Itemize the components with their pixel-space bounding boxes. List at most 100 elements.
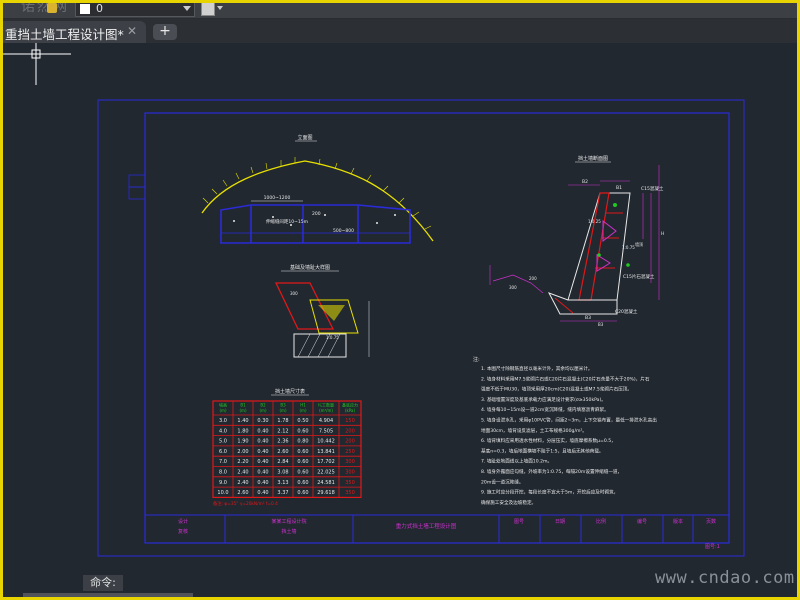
elevation-dim-2: 伸缩缝间距10~15m	[266, 218, 308, 225]
tb-company: 某某工程设计院	[271, 518, 306, 525]
dimension-table: 挡土墙尺寸表 墙高(m)B1(m)B2(m)B3(m)H1(m)圬工数量(m³/…	[212, 388, 362, 507]
table-header-cell: (kPa)	[345, 408, 356, 413]
section-dim-b1: B1	[616, 185, 622, 191]
sheet-outer-border	[97, 99, 745, 557]
table-cell: 7.505	[319, 428, 333, 434]
horizontal-scrollbar[interactable]	[23, 593, 193, 597]
elevation-dim-4: 500~800	[333, 228, 354, 234]
close-icon[interactable]: ✕	[127, 24, 137, 38]
table-footer: 备注: φ=35° γ=20kN/m³ f=0.4	[213, 500, 278, 507]
drawing-tabs: 重挡土墙工程设计图* ✕ +	[3, 19, 797, 43]
table-header-cell: 圬工数量	[318, 402, 334, 408]
table-cell: 29.618	[317, 490, 335, 496]
add-tab-button[interactable]: +	[153, 24, 177, 40]
elevation-label: 立面图	[297, 134, 312, 141]
crosshair-cursor-icon	[3, 43, 71, 85]
table-cell: 0.40	[257, 459, 268, 465]
table-cell: 4.0	[219, 428, 227, 434]
ghost-watermark-text: 诺然网	[21, 0, 69, 15]
note-line: 3. 基础埋置深度及基底承载力应满足设计要求(σ≥350kPa)。	[481, 396, 606, 403]
tab-title: 重挡土墙工程设计图*	[5, 27, 124, 42]
layer-properties-icon[interactable]	[201, 2, 215, 16]
tb-project: 挡土墙	[281, 528, 296, 535]
table-cell: 6.0	[219, 449, 227, 455]
layer-dropdown[interactable]: 0	[75, 1, 195, 17]
section-dim-5: 300	[509, 285, 517, 290]
table-header-cell: (m)	[259, 408, 266, 413]
section-note-4: 墙顶	[635, 241, 643, 247]
section-dim-h: H	[661, 231, 664, 237]
drawing-canvas[interactable]: 设计 复核 某某工程设计院 挡土墙 重力式挡土墙工程设计图 图号 日期 比例 编…	[3, 43, 797, 573]
elevation-dim-3: 200	[312, 211, 321, 217]
design-notes: 注: 1. 本图尺寸除钢筋直径以毫米计外，其余均以厘米计。 2. 墙身材料采用M7…	[473, 356, 657, 506]
detail-dim-2: 1:0.75	[326, 335, 339, 340]
section-dim-b3: B3	[585, 315, 591, 321]
tab-drawing[interactable]: 重挡土墙工程设计图* ✕	[3, 21, 146, 43]
table-cell: 10.442	[317, 439, 335, 445]
table-cell: 1.80	[237, 428, 248, 434]
watermark: www.cndao.com	[655, 568, 795, 588]
table-cell: 0.60	[297, 490, 308, 496]
table-cell: 0.60	[297, 459, 308, 465]
tb-number: 编号	[637, 518, 647, 525]
section-note-3: C20混凝土	[615, 308, 638, 315]
tb-pages: 页数	[706, 518, 716, 525]
table-cell: 1.78	[277, 418, 288, 424]
layer-lock-icon[interactable]	[47, 3, 57, 13]
table-cell: 250	[345, 449, 355, 455]
table-cell: 0.60	[297, 480, 308, 486]
note-line: 2. 墙身材料采用M7.5浆砌片石或C20片石混凝土(C20片石含量不大于20%…	[481, 375, 650, 382]
table-cell: 300	[345, 459, 355, 465]
table-cell: 22.025	[317, 470, 335, 476]
table-cell: 2.40	[237, 480, 248, 486]
table-cell: 300	[345, 470, 355, 476]
binding-strip	[128, 174, 146, 188]
table-cell: 0.30	[257, 418, 268, 424]
table-header-cell: (m)	[219, 408, 226, 413]
table-cell: 1.90	[237, 439, 248, 445]
note-line: 9. 施工时应分段开挖，每段长度不宜大于5m，开挖后应及时砌筑，	[481, 489, 618, 496]
table-cell: 350	[345, 480, 355, 486]
layer-toolbar: 诺然网 0	[3, 0, 797, 19]
table-header-cell: 墙高	[219, 402, 227, 408]
table-cell: 7.0	[219, 459, 227, 465]
section-label: 挡土墙断面图	[578, 155, 608, 162]
table-title: 挡土墙尺寸表	[275, 388, 305, 395]
table-cell: 3.0	[219, 418, 227, 424]
table-cell: 200	[345, 439, 355, 445]
tb-drawing-no: 图号	[514, 519, 524, 525]
table-cell: 0.50	[297, 418, 308, 424]
table-cell: 0.60	[297, 449, 308, 455]
table-cell: 2.12	[277, 428, 288, 434]
table-cell: 0.40	[257, 428, 268, 434]
chevron-down-icon[interactable]	[217, 6, 223, 10]
table-cell: 150	[345, 418, 355, 424]
table-cell: 0.40	[257, 480, 268, 486]
note-line: 20m设一道沉降缝。	[481, 478, 523, 485]
command-prompt[interactable]: 命令:	[83, 575, 123, 591]
section-note-2: C15片石混凝土	[623, 273, 655, 280]
table-cell: 13.841	[317, 449, 335, 455]
table-cell: 8.0	[219, 470, 227, 476]
table-cell: 2.60	[277, 449, 288, 455]
note-line: 基底n=0.3，墙后地面横坡不陡于1:5，且墙后无其他荷载。	[481, 447, 604, 454]
layer-value: 0	[96, 2, 103, 15]
note-line: 确保施工安全及边坡稳定。	[481, 499, 536, 506]
note-line: 强度不低于MU30，墙顶采用厚20cm(C20)混凝土或M7.5浆砌片石压顶。	[481, 386, 632, 393]
table-cell: 2.20	[237, 459, 248, 465]
table-cell: 1.40	[237, 418, 248, 424]
tb-design: 设计	[178, 518, 188, 525]
chevron-down-icon	[183, 6, 191, 11]
table-header-cell: H1	[300, 403, 306, 408]
note-line: 4. 墙身每10~15m设一道2cm宽沉降缝，缝内填塞沥青麻絮。	[481, 406, 609, 413]
sheet-number: 图号:1	[705, 544, 720, 550]
table-cell: 2.84	[277, 459, 288, 465]
table-cell: 0.80	[297, 439, 308, 445]
cross-section-view: 挡土墙断面图 B1 B2 B3 H 1:0.25 1:0.75 C15混凝土 C…	[489, 155, 664, 327]
cad-drawing: 设计 复核 某某工程设计院 挡土墙 重力式挡土墙工程设计图 图号 日期 比例 编…	[3, 43, 745, 557]
section-dim-b2: B2	[582, 179, 588, 185]
table-cell: 2.36	[277, 439, 288, 445]
table-cell: 5.0	[219, 439, 227, 445]
table-header-cell: B1	[240, 403, 246, 408]
table-cell: 3.13	[277, 480, 288, 486]
